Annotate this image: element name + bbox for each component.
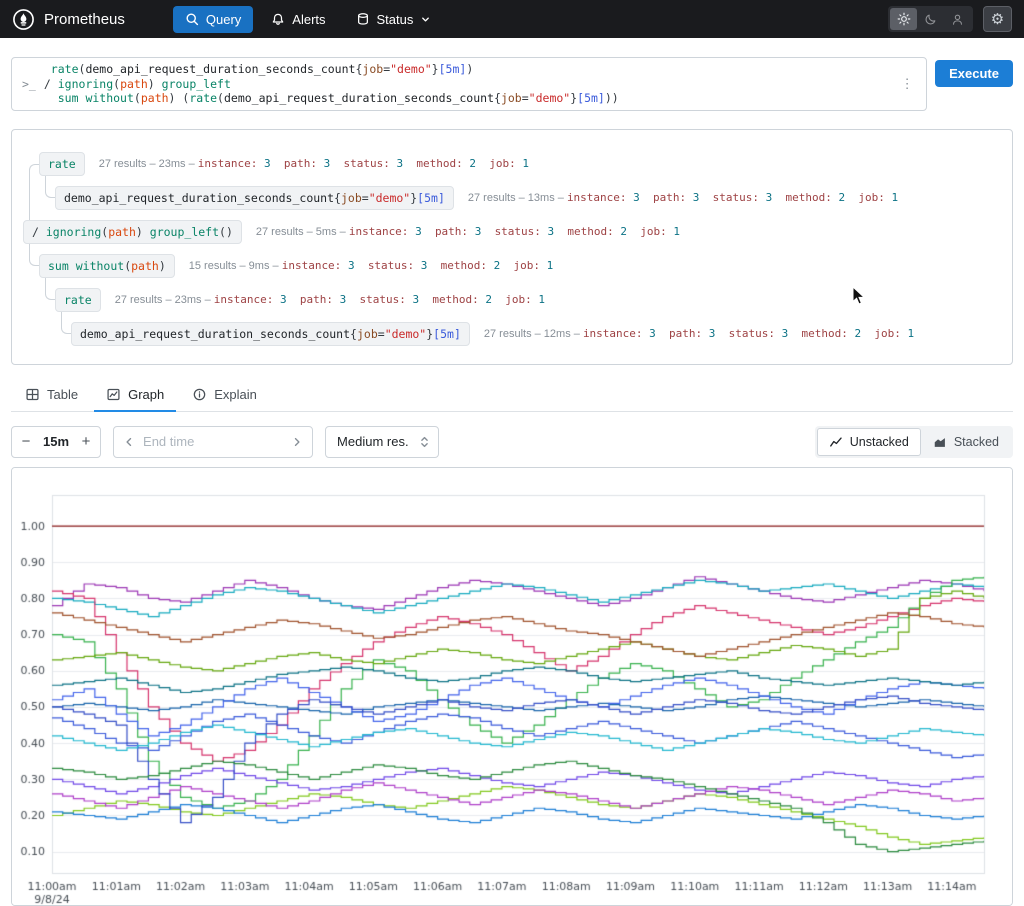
dark-theme-button[interactable] (917, 8, 944, 30)
prompt-icon: >_ (22, 76, 36, 91)
time-back-button[interactable] (123, 436, 135, 448)
nav-item-alerts[interactable]: Alerts (259, 6, 337, 33)
time-forward-button[interactable] (291, 436, 303, 448)
auto-theme-button[interactable] (944, 8, 971, 30)
tree-node[interactable]: rate (39, 151, 85, 176)
gear-icon: ⚙ (990, 11, 1005, 28)
range-increase-button[interactable]: + (74, 433, 98, 450)
nav-item-query[interactable]: Query (172, 5, 254, 33)
node-stats: 27 results – 13ms – instance: 3 path: 3 … (467, 191, 912, 204)
range-input: − 15m + (11, 425, 102, 458)
tree-node[interactable]: / ignoring(path) group_left() (23, 219, 242, 244)
stacked-label: Stacked (953, 434, 999, 449)
unstacked-button[interactable]: Unstacked (816, 427, 921, 456)
navbar-right: ⚙ (888, 6, 1012, 32)
result-tabs: Table Graph Explain (11, 379, 1013, 412)
end-time-input[interactable]: End time (143, 434, 283, 449)
bell-icon (271, 12, 285, 26)
query-tree: rate 27 results – 23ms – instance: 3 path… (12, 130, 1012, 364)
tree-node[interactable]: demo_api_request_duration_seconds_count{… (55, 185, 454, 210)
graph-canvas[interactable] (12, 467, 1012, 905)
nav-item-status[interactable]: Status (344, 6, 444, 33)
graph-icon (106, 387, 121, 402)
node-stats: 27 results – 12ms – instance: 3 path: 3 … (483, 327, 928, 340)
end-time-picker: End time (113, 425, 314, 458)
prometheus-logo-icon (12, 8, 35, 31)
table-icon (25, 387, 40, 402)
stacking-switcher: Unstacked Stacked (814, 425, 1013, 458)
tree-node[interactable]: sum without(path) (39, 253, 175, 278)
node-stats: 27 results – 23ms – instance: 3 path: 3 … (114, 293, 559, 306)
brand[interactable]: Prometheus (12, 8, 125, 31)
tree-node[interactable]: rate (55, 287, 101, 312)
select-chevrons-icon (419, 435, 430, 449)
resolution-select[interactable]: Medium res. (325, 425, 440, 458)
tab-graph[interactable]: Graph (94, 379, 177, 412)
info-icon (192, 387, 207, 402)
light-theme-button[interactable] (890, 8, 917, 30)
nav-items: Query Alerts Status (172, 5, 444, 33)
query-editor-row: >_ rate(demo_api_request_duration_second… (11, 57, 1013, 111)
nav-status-label: Status (376, 11, 414, 27)
tab-table[interactable]: Table (13, 379, 90, 412)
tab-explain[interactable]: Explain (180, 379, 269, 412)
chevron-down-icon (420, 14, 431, 25)
moon-icon (924, 13, 937, 26)
nav-alerts-label: Alerts (292, 11, 326, 27)
settings-button[interactable]: ⚙ (983, 6, 1012, 32)
query-editor-panel[interactable]: >_ rate(demo_api_request_duration_second… (11, 57, 928, 111)
sun-icon (897, 12, 911, 26)
database-icon (356, 12, 370, 26)
area-chart-icon (933, 435, 947, 449)
user-icon (951, 13, 964, 26)
line-chart-icon (829, 435, 843, 449)
nav-query-label: Query (205, 11, 242, 27)
node-stats: 27 results – 23ms – instance: 3 path: 3 … (98, 157, 543, 170)
node-stats: 15 results – 9ms – instance: 3 status: 3… (188, 259, 567, 272)
resolution-value: Medium res. (337, 434, 409, 449)
theme-switcher (888, 6, 973, 32)
editor-menu-button[interactable]: ⋮ (898, 76, 916, 92)
brand-title: Prometheus (44, 10, 125, 28)
search-icon (185, 12, 199, 26)
tab-graph-label: Graph (128, 386, 165, 402)
range-value[interactable]: 15m (38, 434, 74, 449)
tab-explain-label: Explain (214, 386, 257, 402)
query-tree-panel: rate 27 results – 23ms – instance: 3 path… (11, 128, 1013, 365)
graph-controls: − 15m + End time Medium res. Unstacked S… (11, 425, 1013, 458)
stacked-button[interactable]: Stacked (921, 428, 1011, 456)
top-navbar: Prometheus Query Alerts Status ⚙ (0, 0, 1024, 38)
graph-panel (11, 466, 1013, 906)
node-stats: 27 results – 5ms – instance: 3 path: 3 s… (255, 225, 694, 238)
range-decrease-button[interactable]: − (14, 433, 38, 450)
execute-button[interactable]: Execute (935, 60, 1013, 87)
expression-input[interactable]: rate(demo_api_request_duration_seconds_c… (44, 62, 890, 106)
tree-node[interactable]: demo_api_request_duration_seconds_count{… (71, 321, 470, 346)
tab-table-label: Table (47, 386, 79, 402)
unstacked-label: Unstacked (849, 434, 909, 449)
